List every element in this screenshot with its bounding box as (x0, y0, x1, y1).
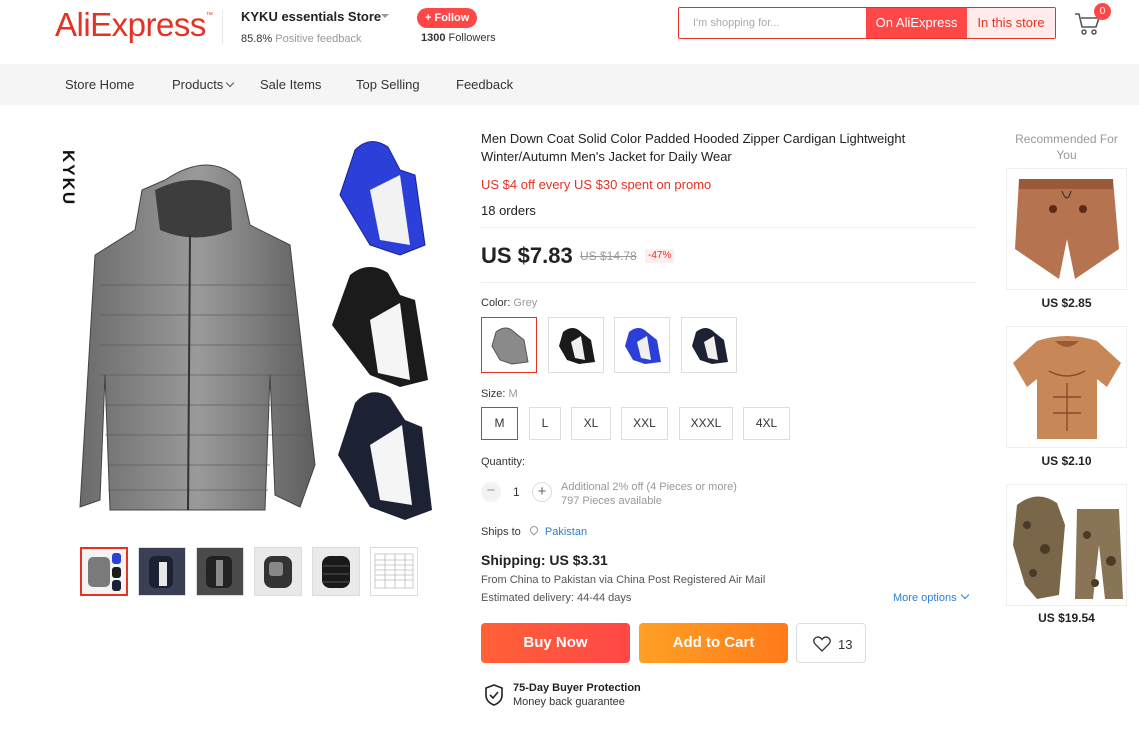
nav-feedback[interactable]: Feedback (456, 77, 513, 92)
brand-watermark: KYKU (59, 150, 78, 207)
divider (481, 282, 976, 283)
original-price: US $14.78 (580, 249, 637, 263)
search-bar: On AliExpress In this store (678, 7, 1056, 39)
cart-count-badge: 0 (1094, 3, 1111, 20)
nav-store-home[interactable]: Store Home (65, 77, 134, 92)
thumbnail[interactable] (80, 547, 128, 596)
discount-badge: -47% (645, 249, 675, 263)
quantity-label: Quantity: (481, 456, 526, 468)
size-option-l[interactable]: L (529, 407, 561, 440)
recommended-price: US $2.10 (1041, 454, 1092, 468)
shield-check-icon (485, 684, 503, 706)
size-option-xxxl[interactable]: XXXL (679, 407, 733, 440)
followers: 1300 Followers (421, 32, 496, 44)
recommended-item[interactable] (1006, 168, 1127, 290)
size-selected-value: M (508, 388, 518, 400)
header-divider (222, 10, 223, 44)
buy-now-button[interactable]: Buy Now (481, 623, 630, 663)
recommended-item[interactable] (1006, 326, 1127, 448)
follow-button[interactable]: + Follow (417, 8, 478, 28)
add-to-cart-button[interactable]: Add to Cart (639, 623, 788, 663)
color-selected-value: Grey (513, 297, 538, 309)
size-label: Size: M (481, 388, 518, 400)
header: AliExpress™ KYKU essentials Store 85.8% … (0, 0, 1139, 64)
ships-to-label: Ships to (481, 526, 521, 538)
store-nav: Store Home Products Sale Items Top Selli… (0, 64, 1139, 105)
orders-count: 18 orders (481, 203, 536, 218)
wishlist-button[interactable]: 13 (796, 623, 866, 663)
more-shipping-options-link[interactable]: More options (893, 590, 969, 604)
followers-label: Followers (448, 32, 496, 44)
chevron-down-icon (960, 590, 969, 600)
chevron-down-icon (226, 78, 235, 88)
store-dropdown-icon[interactable] (381, 14, 389, 18)
recommended-title: Recommended For You (1015, 132, 1118, 162)
current-price: US $7.83 (481, 243, 573, 268)
thumbnail[interactable] (138, 547, 186, 596)
quantity-increase-button[interactable]: + (532, 482, 552, 502)
buyer-protection-subtitle: Money back guarantee (513, 696, 625, 708)
nav-sale-items[interactable]: Sale Items (260, 77, 321, 92)
search-in-store-button[interactable]: In this store (967, 8, 1055, 38)
nav-top-selling[interactable]: Top Selling (356, 77, 420, 92)
location-pin-icon (528, 524, 540, 536)
aliexpress-logo[interactable]: AliExpress™ (55, 6, 213, 44)
recommended-item[interactable] (1006, 484, 1127, 606)
promo-text[interactable]: US $4 off every US $30 spent on promo (481, 177, 711, 192)
color-option-black[interactable] (548, 317, 604, 373)
thumbnail[interactable] (196, 547, 244, 596)
search-on-aliexpress-button[interactable]: On AliExpress (866, 8, 967, 38)
cart-button[interactable]: 0 (1073, 3, 1111, 38)
more-options-label: More options (893, 592, 957, 604)
color-option-blue[interactable] (614, 317, 670, 373)
bulk-discount-note: Additional 2% off (4 Pieces or more) (561, 481, 737, 493)
estimated-delivery: Estimated delivery: 44-44 days (481, 592, 632, 604)
pieces-available: 797 Pieces available (561, 495, 662, 507)
size-option-xl[interactable]: XL (571, 407, 611, 440)
quantity-decrease-button[interactable]: − (481, 482, 501, 502)
thumbnail[interactable] (254, 547, 302, 596)
nav-products[interactable]: Products (172, 77, 235, 92)
heart-icon (813, 636, 831, 652)
search-input[interactable] (679, 8, 865, 38)
recommended-price: US $19.54 (1038, 611, 1095, 625)
quantity-value[interactable]: 1 (513, 485, 520, 499)
followers-count: 1300 (421, 32, 446, 44)
color-label: Color: Grey (481, 297, 537, 309)
quantity-note: Additional 2% off (4 Pieces or more) 797… (561, 480, 737, 508)
feedback-label: Positive feedback (275, 33, 362, 45)
divider (481, 227, 976, 228)
ships-to: Ships to Pakistan (481, 524, 587, 538)
thumbnail-size-chart[interactable] (370, 547, 418, 596)
shipping-route: From China to Pakistan via China Post Re… (481, 574, 766, 586)
product-title: Men Down Coat Solid Color Padded Hooded … (481, 131, 906, 164)
size-option-4xl[interactable]: 4XL (743, 407, 790, 440)
shipping-cost: Shipping: US $3.31 (481, 552, 608, 568)
store-feedback: 85.8% Positive feedback (241, 33, 361, 45)
thumbnail[interactable] (312, 547, 360, 596)
color-option-grey[interactable] (481, 317, 537, 373)
feedback-percent: 85.8% (241, 33, 273, 45)
ships-to-country[interactable]: Pakistan (545, 526, 587, 538)
buyer-protection-title: 75-Day Buyer Protection (513, 682, 641, 694)
main-product-image[interactable] (70, 135, 440, 530)
size-option-m[interactable]: M (481, 407, 518, 440)
size-option-xxl[interactable]: XXL (621, 407, 668, 440)
wishlist-count: 13 (838, 637, 853, 652)
color-label-text: Color: (481, 297, 511, 309)
recommended-price: US $2.85 (1041, 296, 1092, 310)
store-name[interactable]: KYKU essentials Store (241, 9, 381, 24)
nav-products-label: Products (172, 77, 224, 92)
color-option-navy[interactable] (681, 317, 737, 373)
size-label-text: Size: (481, 388, 506, 400)
